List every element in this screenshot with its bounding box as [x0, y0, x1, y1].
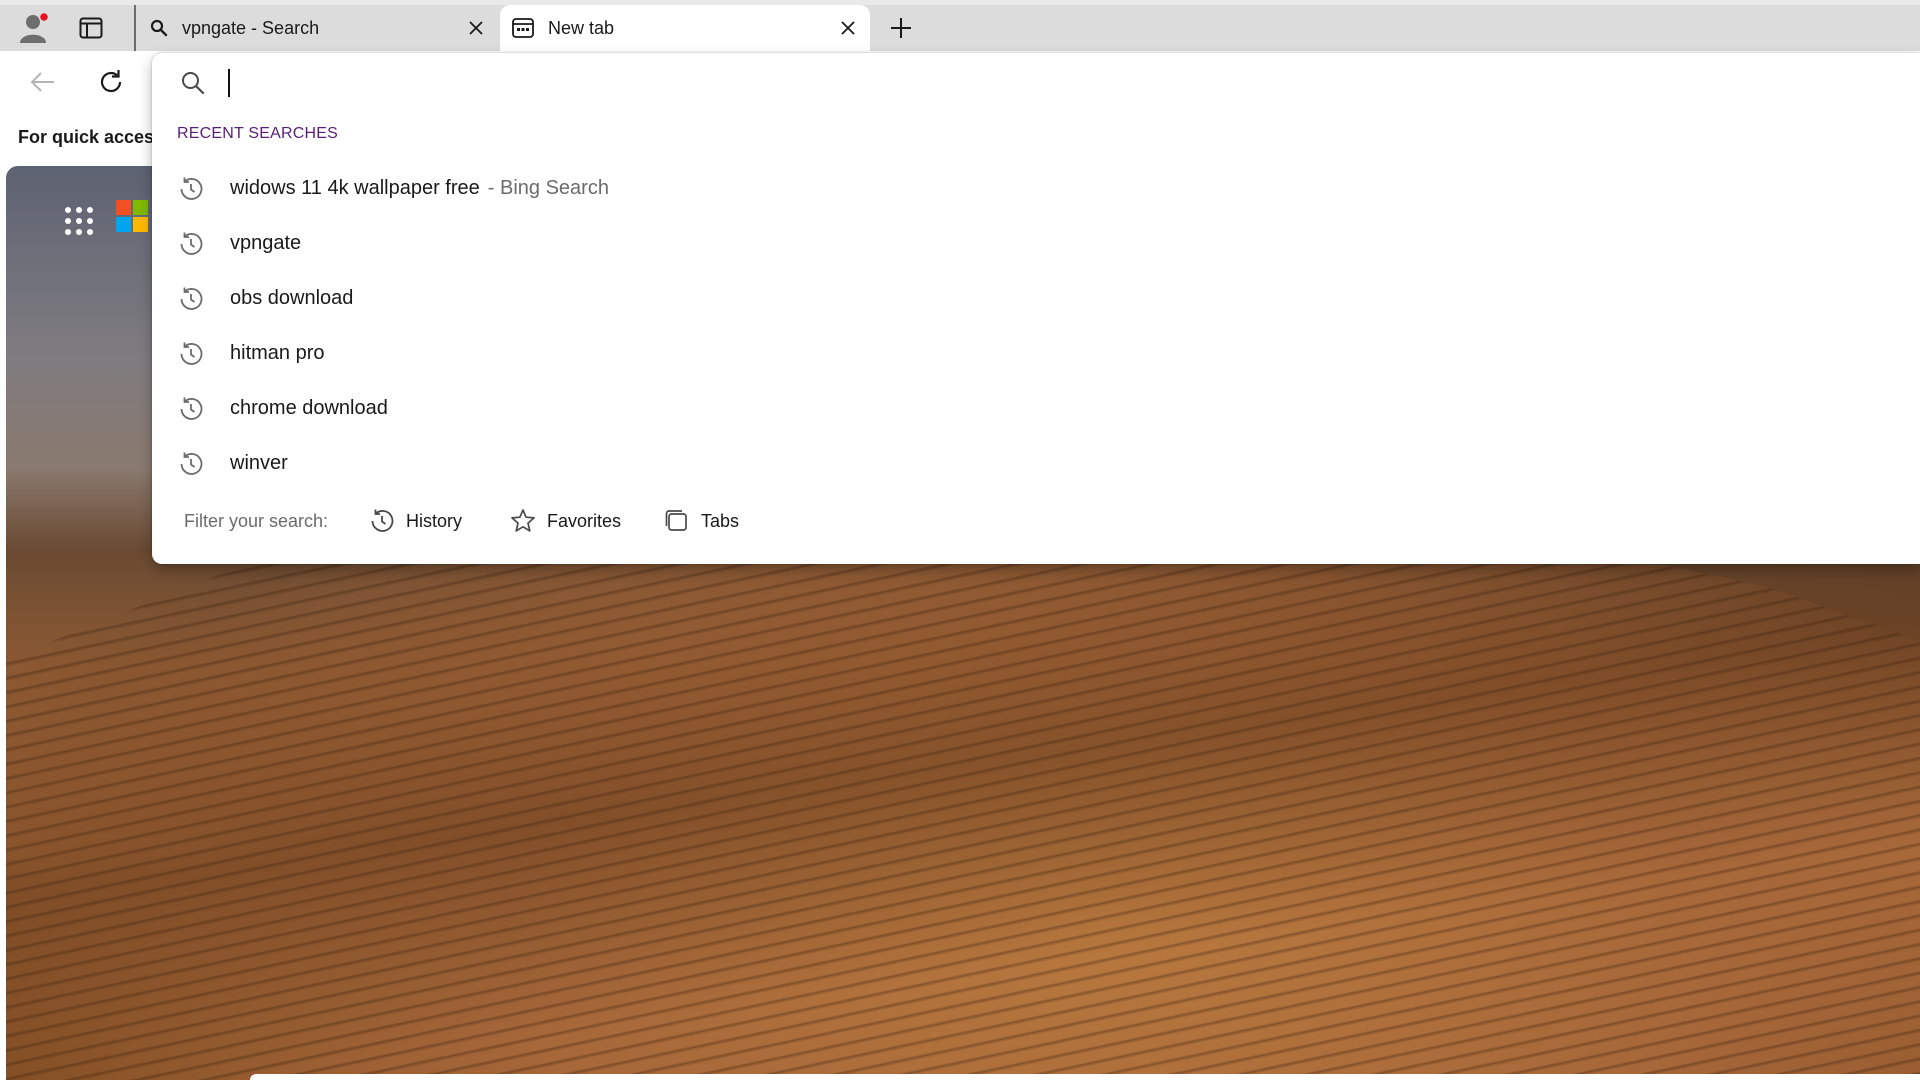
history-icon	[180, 397, 203, 420]
history-icon	[371, 509, 394, 532]
history-icon	[180, 287, 203, 310]
tab-strip: vpngate - Search New tab	[0, 0, 1920, 51]
suggestion-text: hitman pro	[230, 342, 325, 364]
tab-title: New tab	[548, 17, 615, 38]
suggestion-item[interactable]: chrome download	[152, 381, 1920, 436]
address-bar	[152, 53, 1920, 113]
plus-icon	[891, 18, 911, 38]
search-icon	[150, 19, 168, 37]
refresh-icon	[100, 70, 122, 93]
profile-button[interactable]	[12, 5, 58, 51]
suggestion-source: - Bing Search	[487, 177, 609, 199]
refresh-button[interactable]	[88, 59, 134, 105]
history-icon	[180, 342, 203, 365]
microsoft-logo-icon	[116, 200, 148, 232]
profile-icon	[20, 11, 50, 43]
suggestion-item[interactable]: widows 11 4k wallpaper free - Bing Searc…	[152, 161, 1920, 216]
tabs-icon	[665, 510, 687, 531]
text-caret	[228, 69, 230, 97]
star-icon	[511, 509, 535, 532]
ntp-bottom-edge	[250, 1074, 1920, 1080]
suggestion-text: vpngate	[230, 232, 302, 254]
recent-searches-header: RECENT SEARCHES	[177, 125, 338, 142]
search-filter-row: Filter your search: History Favorites Ta…	[152, 501, 1920, 549]
address-input[interactable]	[224, 65, 1824, 101]
back-button[interactable]	[20, 59, 66, 105]
tab-actions-button[interactable]	[68, 5, 114, 51]
filter-label: Filter your search:	[184, 511, 329, 531]
history-icon	[180, 452, 203, 475]
close-icon	[469, 21, 483, 35]
filter-history-label: History	[406, 510, 463, 531]
suggestion-item[interactable]: hitman pro	[152, 326, 1920, 381]
suggestion-text: chrome download	[230, 397, 388, 419]
tab-close-button[interactable]	[462, 14, 490, 42]
suggestion-text: winver	[230, 452, 288, 474]
filter-favorites-label: Favorites	[547, 510, 622, 531]
tab-actions-icon	[79, 17, 103, 39]
filter-tabs-label: Tabs	[701, 510, 740, 531]
app-launcher-icon	[65, 207, 93, 235]
filter-favorites-button[interactable]: Favorites	[509, 503, 621, 539]
close-icon	[841, 21, 855, 35]
filter-tabs-button[interactable]: Tabs	[663, 503, 739, 539]
suggestion-list: widows 11 4k wallpaper free - Bing Searc…	[152, 161, 1920, 491]
tab-close-button[interactable]	[834, 14, 862, 42]
suggestion-item[interactable]: vpngate	[152, 216, 1920, 271]
tab-vpngate-search[interactable]: vpngate - Search	[134, 5, 498, 51]
address-bar-dropdown: RECENT SEARCHES widows 11 4k wallpaper f…	[152, 53, 1920, 564]
favorites-bar-hint: For quick access	[18, 127, 165, 147]
arrow-left-icon	[30, 72, 54, 92]
tab-new-tab[interactable]: New tab	[500, 5, 870, 51]
new-tab-button[interactable]	[878, 5, 924, 51]
suggestion-item[interactable]: obs download	[152, 271, 1920, 326]
history-icon	[180, 177, 203, 200]
suggestion-item[interactable]: winver	[152, 436, 1920, 491]
search-icon	[182, 72, 205, 95]
new-tab-page-icon	[512, 18, 534, 38]
suggestion-text: widows 11 4k wallpaper free	[230, 177, 480, 199]
filter-history-button[interactable]: History	[368, 503, 462, 539]
tab-title: vpngate - Search	[182, 17, 320, 38]
app-launcher-button[interactable]	[58, 200, 100, 242]
history-icon	[180, 232, 203, 255]
suggestion-text: obs download	[230, 287, 354, 309]
